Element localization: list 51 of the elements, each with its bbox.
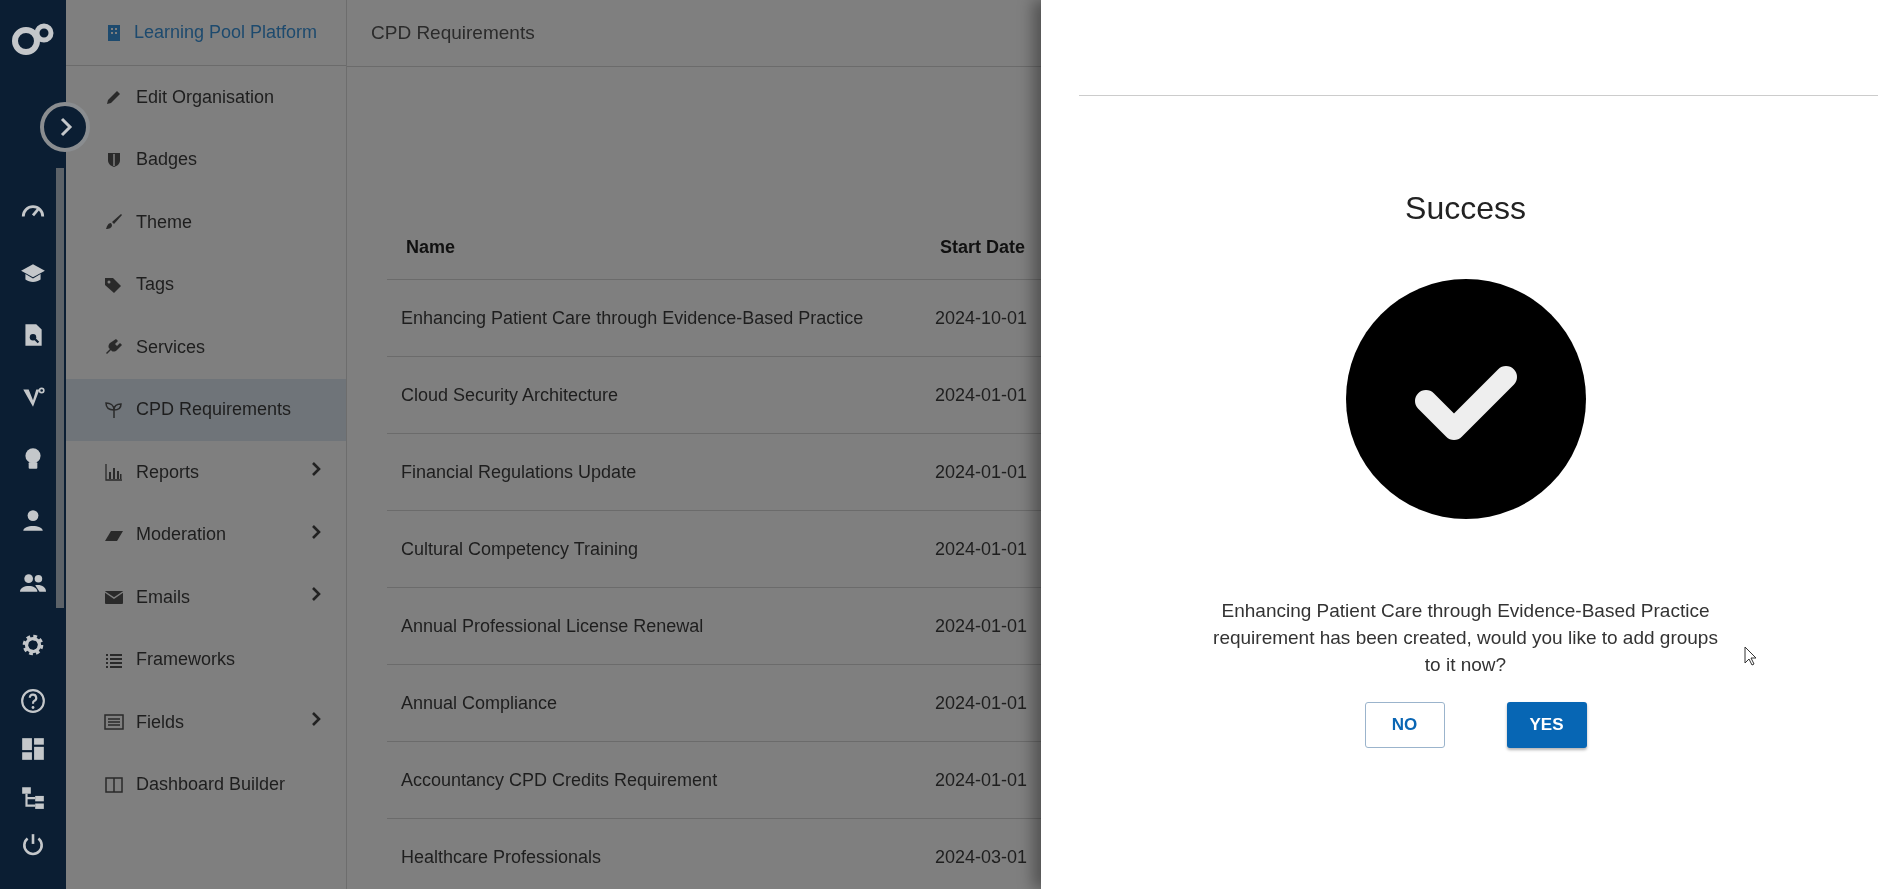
table-cell: 2024-01-01 xyxy=(935,692,1028,714)
sidebar-item[interactable]: Theme xyxy=(66,191,346,254)
table-cell: 2024-01-01 xyxy=(935,615,1028,637)
hierarchy-icon[interactable] xyxy=(20,784,46,810)
table-cell: 2024-01-01 xyxy=(935,538,1028,560)
power-icon[interactable] xyxy=(20,832,46,858)
checkmark-icon xyxy=(1345,279,1586,519)
form-icon xyxy=(104,712,124,733)
no-button[interactable]: NO xyxy=(1364,702,1445,748)
sidebar-item[interactable]: Reports xyxy=(66,441,346,504)
sidebar-item[interactable]: Services xyxy=(66,316,346,379)
dialog-message: Enhancing Patient Care through Evidence-Based Practice requirement has been created, would you like to add groups to it now? xyxy=(1212,599,1719,677)
yes-button[interactable]: YES xyxy=(1506,702,1587,748)
sidebar-item[interactable]: Moderation xyxy=(66,503,346,566)
table-cell-text: Annual Professional License Renewal xyxy=(400,615,705,637)
table-cell-text: Accountancy CPD Credits Requirement xyxy=(400,769,719,791)
scrollbar[interactable] xyxy=(56,168,64,608)
table-cell-text: Cloud Security Architecture xyxy=(400,384,620,406)
sprout-icon xyxy=(104,399,124,420)
table-cell: 2024-01-01 xyxy=(935,384,1028,406)
cursor-icon xyxy=(1744,646,1758,666)
logo-icon xyxy=(11,22,55,56)
column-header[interactable]: Start Date xyxy=(940,236,1026,258)
table-cell-text: Enhancing Patient Care through Evidence-Based Practice xyxy=(400,307,865,329)
page-title: CPD Requirements xyxy=(371,22,535,44)
table-cell-text: Financial Regulations Update xyxy=(400,461,638,483)
bar-chart-icon xyxy=(104,462,124,483)
columns-icon xyxy=(104,774,124,795)
dashboard-icon[interactable] xyxy=(20,736,46,762)
table-cell-text: Healthcare Professionals xyxy=(400,846,603,868)
building-icon xyxy=(106,23,122,42)
dialog-title: Success xyxy=(1405,190,1526,227)
sidebar-item[interactable]: Fields xyxy=(66,691,346,754)
sidebar-header[interactable]: Learning Pool Platform xyxy=(66,0,346,66)
table-cell-text: Cultural Competency Training xyxy=(400,538,640,560)
table-cell: 2024-10-01 xyxy=(935,307,1028,329)
sidebar-item[interactable]: Frameworks xyxy=(66,628,346,691)
sidebar-item[interactable]: Edit Organisation xyxy=(66,66,346,129)
table-cell: 2024-03-01 xyxy=(935,846,1028,868)
sidebar-item[interactable]: Dashboard Builder xyxy=(66,753,346,816)
help-icon[interactable] xyxy=(20,688,46,714)
column-header[interactable]: Name xyxy=(387,236,940,258)
gear-icon[interactable] xyxy=(20,632,46,658)
table-cell: 2024-01-01 xyxy=(935,461,1028,483)
person-icon[interactable] xyxy=(20,508,46,534)
sidebar-item[interactable]: Emails xyxy=(66,566,346,629)
sidebar-item[interactable]: Tags xyxy=(66,253,346,316)
table-cell-text: Annual Compliance xyxy=(400,692,559,714)
sidebar-item[interactable]: Badges xyxy=(66,128,346,191)
table-cell: 2024-01-01 xyxy=(935,769,1028,791)
sidebar-item[interactable]: CPD Requirements xyxy=(66,378,346,441)
